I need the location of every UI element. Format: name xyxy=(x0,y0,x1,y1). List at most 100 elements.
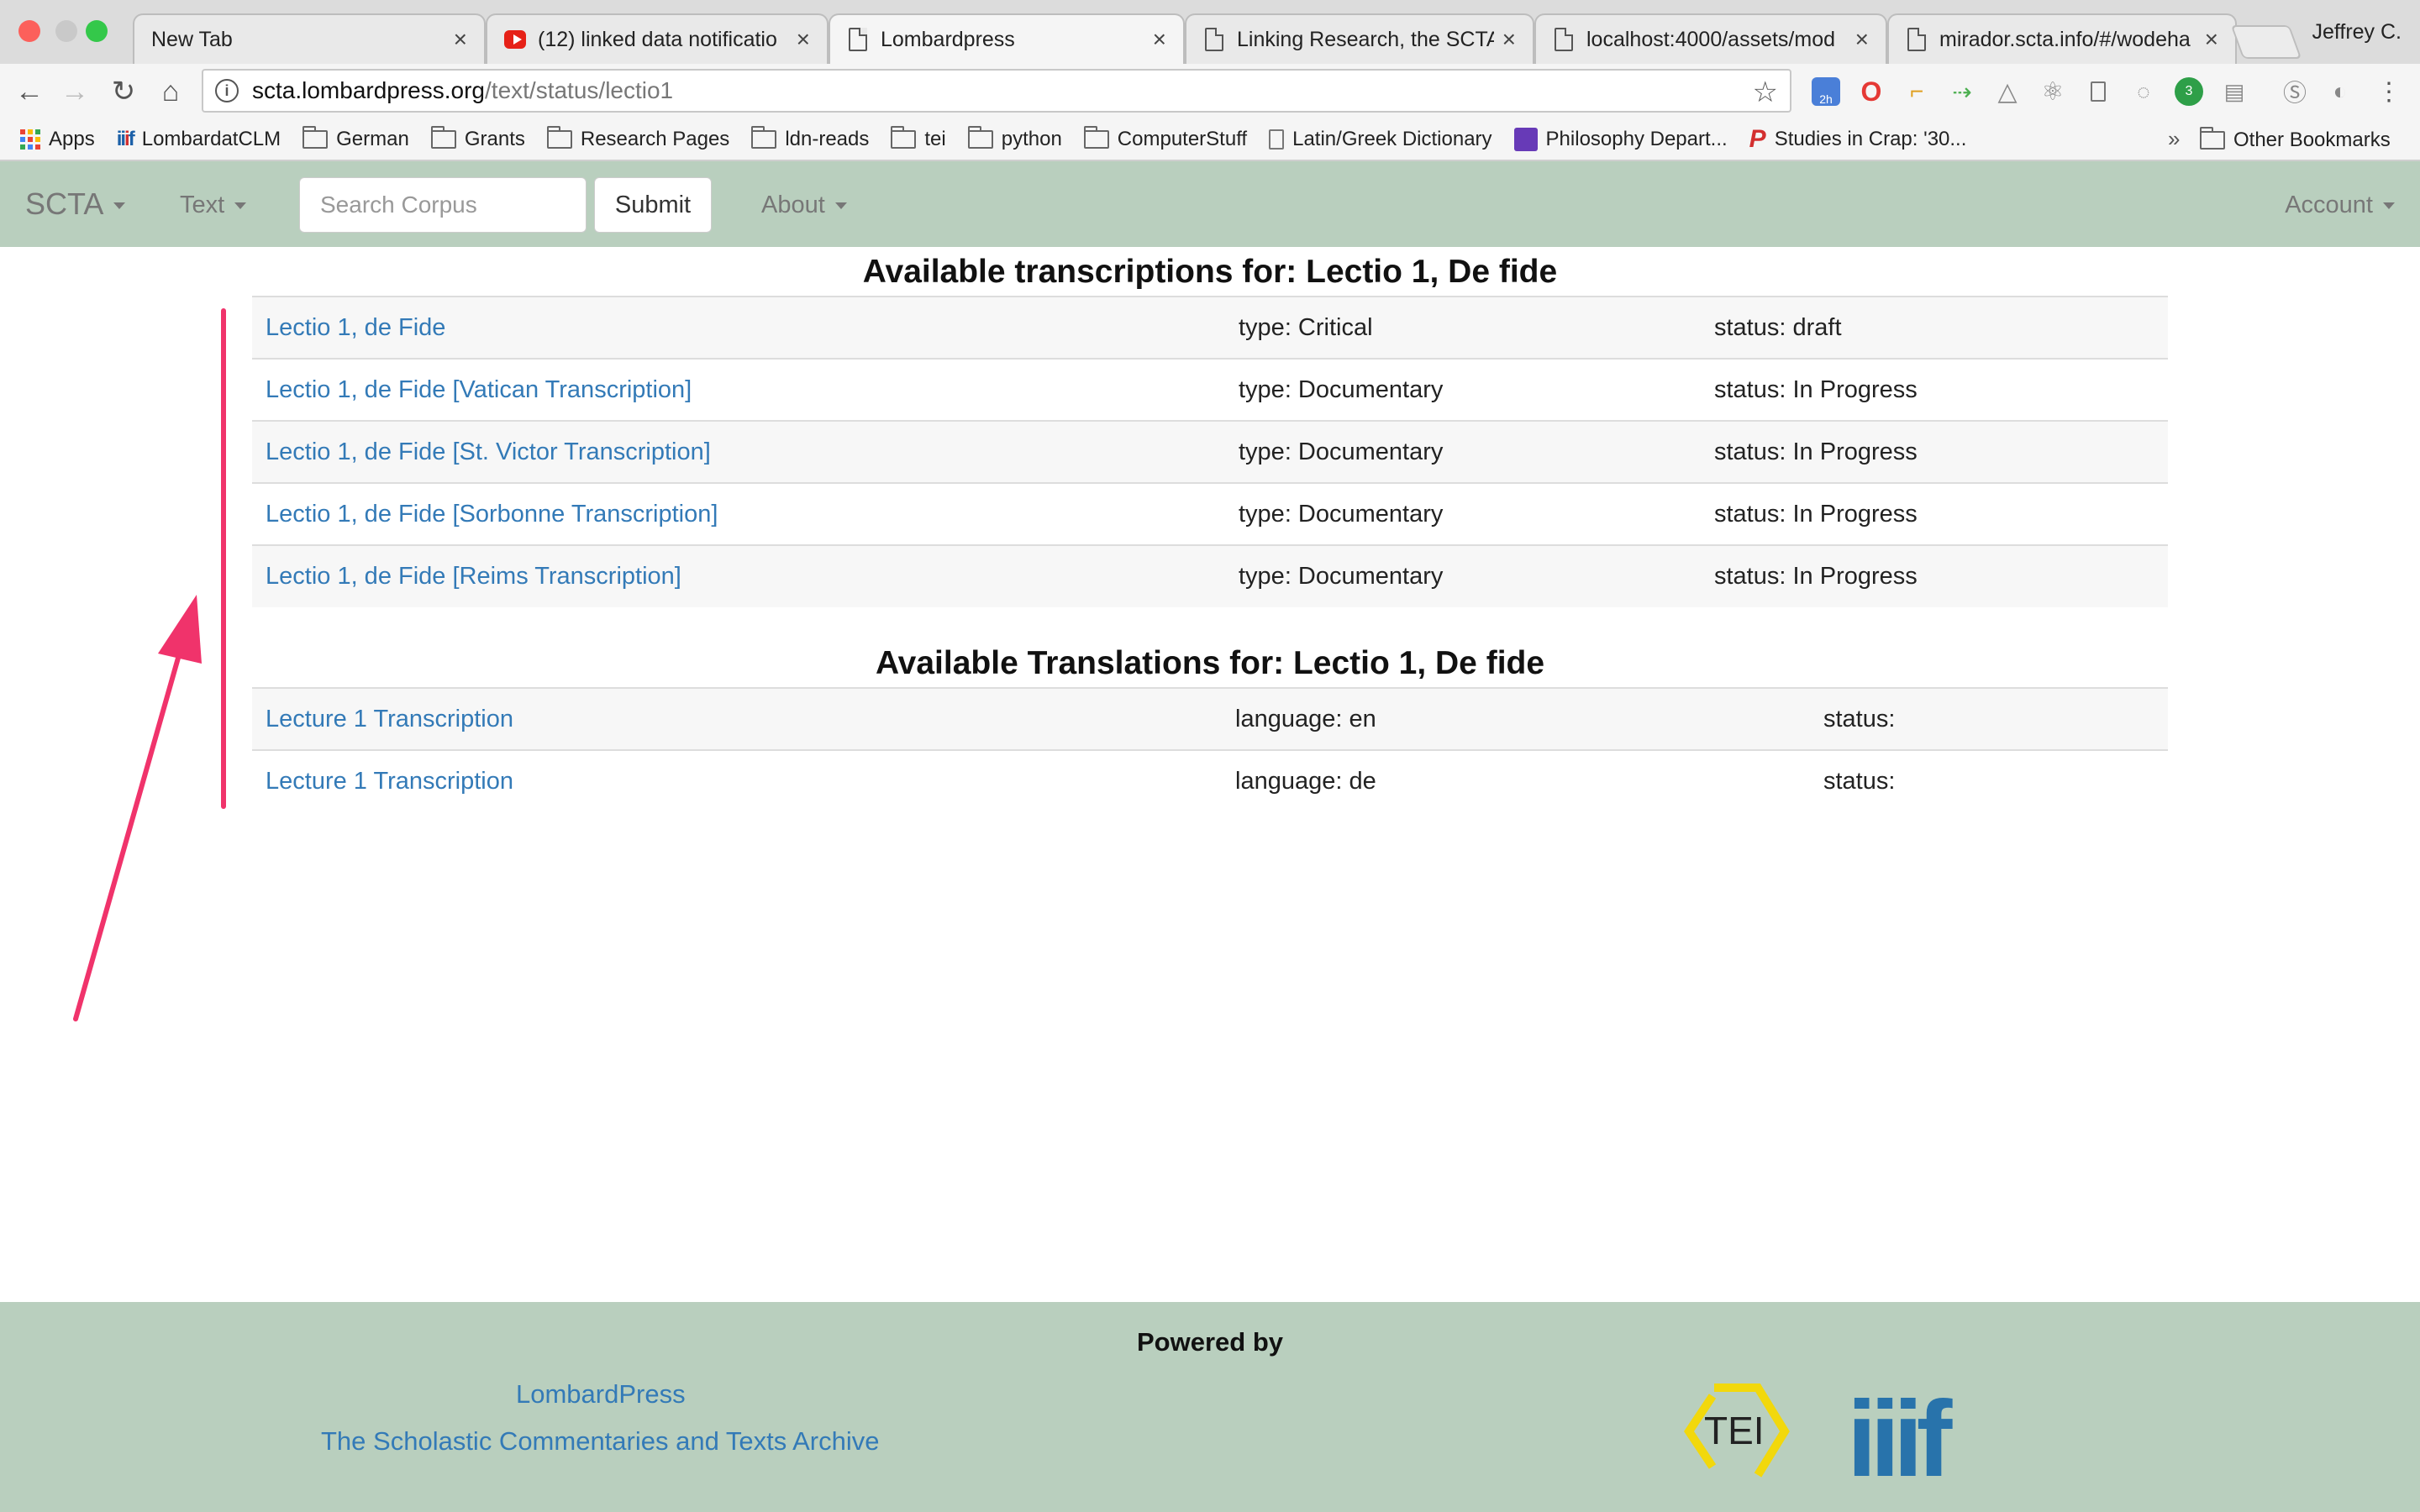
language-cell: language: en xyxy=(1222,687,1810,750)
bookmark-tei[interactable]: tei xyxy=(891,126,946,151)
bookmark-label: python xyxy=(1001,128,1062,150)
bookmark-extension-icon[interactable]: ⌐ xyxy=(1902,77,1931,106)
other-bookmarks[interactable]: Other Bookmarks xyxy=(2200,119,2391,161)
about-menu[interactable]: About xyxy=(761,192,847,219)
transcriptions-heading: Available transcriptions for: Lectio 1, … xyxy=(862,254,1558,290)
menu-icon[interactable]: ⋮ xyxy=(2375,77,2403,106)
text-menu[interactable]: Text xyxy=(180,192,247,219)
translations-heading: Available Translations for: Lectio 1, De… xyxy=(875,645,1545,681)
hangouts-badge: 3 xyxy=(2185,84,2193,98)
status-cell: status: xyxy=(1810,687,2168,750)
opera-extension-icon[interactable]: O xyxy=(1857,76,1886,107)
bookmark-apps[interactable]: Apps xyxy=(20,128,95,151)
star-icon[interactable]: ☆ xyxy=(1753,76,1778,109)
iiif-logo[interactable]: iiif xyxy=(1847,1386,1952,1494)
bookmark-lombardatclm[interactable]: iiif LombardatCLM xyxy=(117,128,281,151)
submit-button[interactable]: Submit xyxy=(594,177,712,233)
close-icon[interactable]: × xyxy=(797,26,810,53)
table-row: Lectio 1, de Fide [Vatican Transcription… xyxy=(252,358,2168,421)
status-cell: status: draft xyxy=(1701,296,2168,359)
folder-icon xyxy=(430,126,456,149)
table-row: Lectio 1, de Fide [Reims Transcription] … xyxy=(252,544,2168,607)
home-icon[interactable]: ⌂ xyxy=(155,76,187,108)
account-menu-label: Account xyxy=(2285,192,2373,218)
bookmarks-bar: Apps iiif LombardatCLM German Grants Res… xyxy=(0,119,2420,161)
tab-title: localhost:4000/assets/mod xyxy=(1586,27,1836,51)
new-tab-button[interactable] xyxy=(2230,25,2302,59)
bookmark-label: Latin/Greek Dictionary xyxy=(1292,128,1492,150)
bookmark-computerstuff[interactable]: ComputerStuff xyxy=(1083,126,1247,151)
url-path: /text/status/lectio1 xyxy=(485,77,674,103)
address-bar[interactable]: i scta.lombardpress.org/text/status/lect… xyxy=(202,69,1791,113)
forward-arrow-icon[interactable]: → xyxy=(59,76,91,108)
document-extension-icon[interactable] xyxy=(2084,77,2112,106)
bookmark-label: German xyxy=(336,128,409,150)
transcription-link[interactable]: Lectio 1, de Fide xyxy=(266,314,445,341)
type-cell: type: Documentary xyxy=(1225,482,1701,545)
scta-link[interactable]: The Scholastic Commentaries and Texts Ar… xyxy=(321,1426,880,1457)
type-cell: type: Documentary xyxy=(1225,420,1701,483)
transcription-link[interactable]: Lectio 1, de Fide [Reims Transcription] xyxy=(266,563,681,590)
language-cell: language: de xyxy=(1222,749,1810,812)
bookmark-latin-greek-dictionary[interactable]: Latin/Greek Dictionary xyxy=(1269,128,1492,151)
tab-new-tab[interactable]: New Tab × xyxy=(133,13,486,64)
lombardpress-link[interactable]: LombardPress xyxy=(516,1379,686,1410)
pocket-extension-icon[interactable]: ◐ xyxy=(2326,77,2354,106)
status-cell: status: In Progress xyxy=(1701,420,2168,483)
close-icon[interactable]: × xyxy=(1153,26,1166,53)
tab-localhost[interactable]: localhost:4000/assets/mod × xyxy=(1534,13,1887,64)
reader-extension-icon[interactable]: ▤ xyxy=(2220,77,2249,106)
close-icon[interactable]: × xyxy=(1502,26,1516,53)
bookmark-research-pages[interactable]: Research Pages xyxy=(546,126,729,151)
account-menu[interactable]: Account xyxy=(2285,192,2395,219)
table-row: Lectio 1, de Fide [Sorbonne Transcriptio… xyxy=(252,482,2168,545)
close-icon[interactable]: × xyxy=(2205,26,2218,53)
react-extension-icon[interactable]: ⚛ xyxy=(2039,77,2067,106)
bookmark-python[interactable]: python xyxy=(967,126,1062,151)
bookmarks-overflow-button[interactable]: » xyxy=(2168,126,2180,152)
page-icon xyxy=(1906,27,1928,52)
minimize-window-button[interactable] xyxy=(55,20,77,42)
arrows-extension-icon[interactable]: ⇢ xyxy=(1948,77,1976,106)
maximize-window-button[interactable] xyxy=(86,20,108,42)
close-window-button[interactable] xyxy=(18,20,40,42)
calendar-extension-icon[interactable]: 2h xyxy=(1812,77,1840,106)
translation-cell: Lecture 1 Transcription xyxy=(252,749,1222,812)
text-menu-label: Text xyxy=(180,192,225,218)
translation-link[interactable]: Lecture 1 Transcription xyxy=(266,706,513,732)
bookmark-german[interactable]: German xyxy=(302,126,409,151)
translation-cell: Lecture 1 Transcription xyxy=(252,687,1222,750)
drive-extension-icon[interactable]: △ xyxy=(1993,77,2022,106)
tei-logo[interactable]: TEI xyxy=(1681,1376,1791,1487)
translation-link[interactable]: Lecture 1 Transcription xyxy=(266,768,513,795)
brand-menu[interactable]: SCTA xyxy=(25,186,126,222)
tab-youtube[interactable]: (12) linked data notificatio × xyxy=(486,13,829,64)
tab-linking-research[interactable]: Linking Research, the SCTA × xyxy=(1185,13,1534,64)
transcription-link[interactable]: Lectio 1, de Fide [St. Victor Transcript… xyxy=(266,438,711,465)
tab-title: Linking Research, the SCTA xyxy=(1237,27,1494,51)
tab-mirador[interactable]: mirador.scta.info/#/wodeha × xyxy=(1887,13,2237,64)
bookmark-ldn-reads[interactable]: ldn-reads xyxy=(751,126,869,151)
info-icon[interactable]: i xyxy=(215,79,239,102)
skype-extension-icon[interactable]: Ⓢ xyxy=(2281,77,2309,106)
bookmark-grants[interactable]: Grants xyxy=(430,126,525,151)
search-input[interactable] xyxy=(299,177,587,233)
code-extension-icon[interactable]: ◌ xyxy=(2129,77,2158,106)
reload-icon[interactable]: ↻ xyxy=(108,76,139,108)
transcription-link[interactable]: Lectio 1, de Fide [Vatican Transcription… xyxy=(266,376,692,403)
transcription-cell: Lectio 1, de Fide xyxy=(252,296,1225,359)
hangouts-extension-icon[interactable]: 3 xyxy=(2175,77,2203,106)
folder-icon xyxy=(1083,126,1109,149)
back-arrow-icon[interactable]: ← xyxy=(13,76,45,108)
bookmark-studies-in-crap[interactable]: P Studies in Crap: '30... xyxy=(1749,125,1967,154)
tei-logo-text: TEI xyxy=(1704,1409,1765,1452)
tab-lombardpress[interactable]: Lombardpress × xyxy=(829,13,1185,64)
status-cell: status: In Progress xyxy=(1701,482,2168,545)
transcription-link[interactable]: Lectio 1, de Fide [Sorbonne Transcriptio… xyxy=(266,501,718,528)
bookmark-label: Philosophy Depart... xyxy=(1545,128,1728,150)
close-icon[interactable]: × xyxy=(454,26,467,53)
close-icon[interactable]: × xyxy=(1855,26,1869,53)
folder-icon xyxy=(967,126,993,149)
bookmark-philosophy-department[interactable]: Philosophy Depart... xyxy=(1513,128,1728,151)
profile-name[interactable]: Jeffrey C. xyxy=(2312,20,2402,45)
